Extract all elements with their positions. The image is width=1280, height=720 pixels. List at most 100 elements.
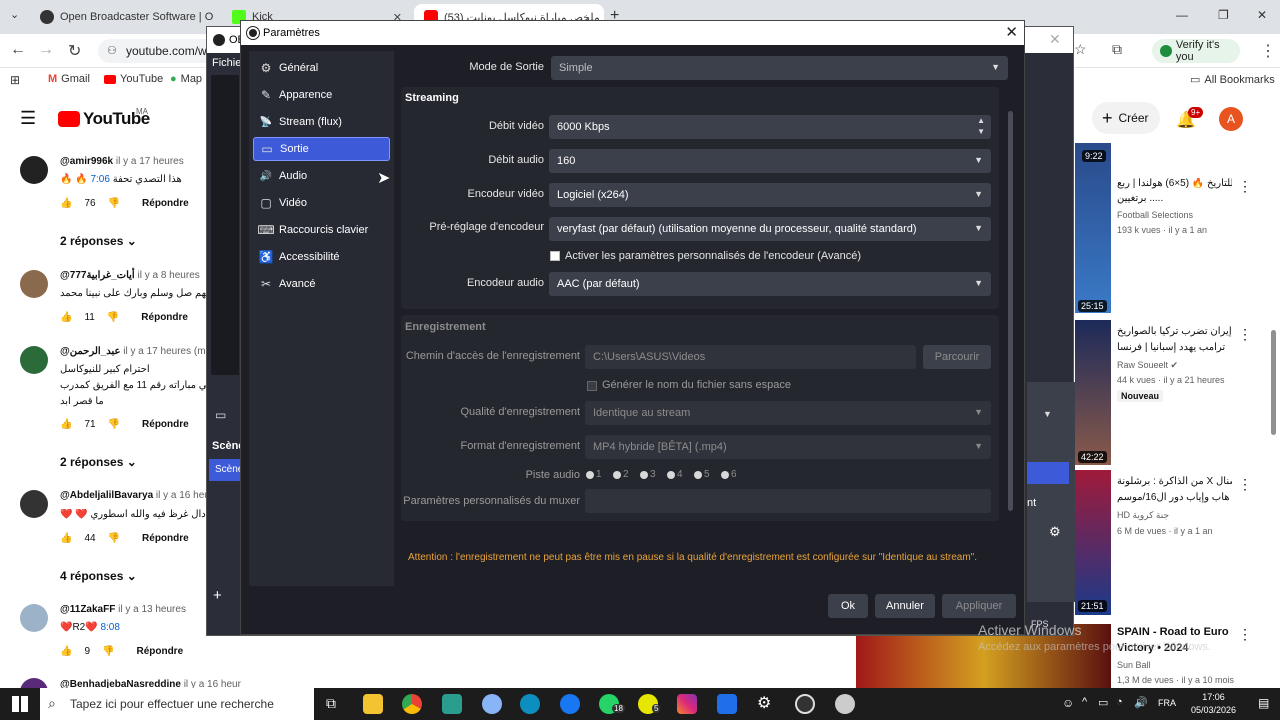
- audio-track-radio[interactable]: 6: [721, 469, 737, 480]
- audio-track-radio[interactable]: 2: [613, 469, 629, 480]
- sidebar-item-advanced[interactable]: ✂ Avancé: [253, 272, 390, 296]
- dislike-icon[interactable]: 👎: [107, 312, 119, 323]
- audio-encoder-select[interactable]: AAC (par défaut) ▼: [549, 272, 991, 296]
- dislike-icon[interactable]: 👎: [102, 646, 114, 657]
- recording-format-select[interactable]: MP4 hybride [BÊTA] (.mp4) ▼: [585, 435, 991, 459]
- video-title[interactable]: برتغيين .....: [1117, 193, 1232, 204]
- tray-battery-icon[interactable]: ▭: [1098, 696, 1108, 709]
- audio-bitrate-select[interactable]: 160 ▼: [549, 149, 991, 173]
- sidebar-item-hotkeys[interactable]: ⌨ Raccourcis clavier: [253, 218, 390, 242]
- comment-author[interactable]: @عبد_الرحمن: [60, 346, 120, 357]
- comment-author[interactable]: @11ZakaFF: [60, 604, 115, 615]
- avatar[interactable]: [20, 604, 48, 632]
- forward-icon[interactable]: →: [38, 41, 54, 59]
- settings-scrollbar[interactable]: [1008, 111, 1013, 511]
- reply-button[interactable]: Répondre: [141, 312, 188, 323]
- avatar[interactable]: [20, 156, 48, 184]
- extensions-icon[interactable]: ⧉: [1112, 41, 1122, 58]
- dislike-icon[interactable]: 👎: [108, 419, 120, 430]
- more-options-icon[interactable]: ⋮: [1238, 178, 1252, 195]
- browse-button[interactable]: Parcourir: [923, 345, 991, 369]
- obs-control-label[interactable]: nt: [1027, 497, 1036, 509]
- replies-toggle[interactable]: 4 réponses ⌄: [60, 569, 137, 583]
- bookmark-maps[interactable]: ● Map: [170, 73, 202, 85]
- tray-language[interactable]: FRA: [1158, 698, 1176, 708]
- muxer-settings-field[interactable]: [585, 489, 991, 513]
- avatar[interactable]: [20, 490, 48, 518]
- add-scene-icon[interactable]: +: [213, 587, 222, 604]
- tray-expand-icon[interactable]: ^: [1082, 696, 1087, 708]
- video-title[interactable]: من الذاكرة : برشلونة X أرسنال: [1117, 476, 1232, 487]
- hamburger-menu-icon[interactable]: ☰: [20, 108, 36, 129]
- settings-gear-icon[interactable]: ⚙: [757, 693, 771, 713]
- tab-search-icon[interactable]: ⌄: [10, 8, 19, 21]
- tab-obs[interactable]: Open Broadcaster Software | O ✕: [30, 4, 220, 30]
- reply-button[interactable]: Répondre: [142, 419, 189, 430]
- notification-center-icon[interactable]: ▤: [1258, 696, 1269, 710]
- minimize-icon[interactable]: —: [1176, 8, 1188, 22]
- video-thumbnail[interactable]: [1075, 470, 1111, 615]
- app-icon[interactable]: [482, 694, 502, 714]
- avatar[interactable]: [20, 346, 48, 374]
- page-scrollbar[interactable]: [1271, 330, 1276, 435]
- site-info-icon[interactable]: ⚇: [107, 44, 117, 57]
- dropdown-arrow-icon[interactable]: ▼: [1043, 409, 1052, 419]
- video-title[interactable]: هاب وإياب دور ال16/موسم: [1117, 492, 1232, 503]
- replies-toggle[interactable]: 2 réponses ⌄: [60, 234, 137, 248]
- app-icon[interactable]: [442, 694, 462, 714]
- comment-author[interactable]: @777أيات_غرابية: [60, 270, 135, 281]
- audio-track-radio[interactable]: 5: [694, 469, 710, 480]
- nospace-filename-label[interactable]: Générer le nom du fichier sans espace: [602, 379, 791, 391]
- account-avatar[interactable]: A: [1219, 107, 1243, 131]
- verify-button[interactable]: Verify it's you: [1152, 39, 1240, 63]
- app-icon[interactable]: [717, 694, 737, 714]
- obs-close-icon[interactable]: ✕: [1049, 31, 1061, 48]
- audio-track-radio[interactable]: 4: [667, 469, 683, 480]
- edge-icon[interactable]: [520, 694, 540, 714]
- dislike-icon[interactable]: 👎: [108, 198, 120, 209]
- video-channel[interactable]: Football Selections: [1117, 210, 1193, 220]
- comment-author[interactable]: @AbdeljalilBavarya: [60, 490, 153, 501]
- sidebar-item-audio[interactable]: 🔊 Audio: [253, 164, 390, 188]
- all-bookmarks[interactable]: ▭ All Bookmarks: [1190, 73, 1275, 87]
- reply-button[interactable]: Répondre: [142, 198, 189, 209]
- tray-person-icon[interactable]: ☺: [1062, 696, 1074, 710]
- ok-button[interactable]: Ok: [828, 594, 868, 618]
- maximize-icon[interactable]: ❐: [1218, 8, 1229, 22]
- bookmark-gmail[interactable]: M Gmail: [48, 73, 90, 85]
- obs-control-active[interactable]: [1027, 462, 1069, 484]
- like-icon[interactable]: 👍: [60, 419, 72, 430]
- custom-encoder-checkbox[interactable]: [550, 251, 560, 261]
- comment-author[interactable]: @amir996k: [60, 156, 113, 167]
- video-thumbnail[interactable]: [1075, 320, 1111, 465]
- obs-settings-icon[interactable]: ⚙: [1049, 524, 1061, 540]
- tray-network-icon[interactable]: ◔: [1116, 696, 1123, 708]
- more-options-icon[interactable]: ⋮: [1238, 626, 1252, 643]
- youtube-logo-icon[interactable]: [58, 111, 80, 127]
- spin-down-icon[interactable]: ▼: [977, 127, 985, 136]
- dislike-icon[interactable]: 👎: [108, 533, 120, 544]
- apply-button[interactable]: Appliquer: [942, 594, 1016, 618]
- comment-timestamp-link[interactable]: 8:08: [100, 622, 119, 633]
- facebook-icon[interactable]: [560, 694, 580, 714]
- scene-item[interactable]: Scène: [209, 459, 241, 481]
- app-icon[interactable]: [835, 694, 855, 714]
- spin-up-icon[interactable]: ▲: [977, 116, 985, 125]
- recording-path-field[interactable]: C:\Users\ASUS\Videos: [585, 345, 916, 369]
- audio-track-radio[interactable]: 3: [640, 469, 656, 480]
- sidebar-item-general[interactable]: ⚙ Général: [253, 56, 390, 80]
- video-title[interactable]: ترامب يهدد إسبانيا | فرنسا: [1117, 342, 1232, 353]
- video-encoder-select[interactable]: Logiciel (x264) ▼: [549, 183, 991, 207]
- sidebar-item-accessibility[interactable]: ♿ Accessibilité: [253, 245, 390, 269]
- sidebar-item-appearance[interactable]: ✎ Apparence: [253, 83, 390, 107]
- output-mode-select[interactable]: Simple ▼: [551, 56, 1008, 80]
- video-title[interactable]: مباراة للتاريخ 🔥 (5×6) هولندا | ربع: [1117, 178, 1232, 189]
- nospace-filename-checkbox[interactable]: [587, 381, 597, 391]
- like-icon[interactable]: 👍: [60, 533, 72, 544]
- preview-icon[interactable]: ▭: [215, 408, 226, 422]
- recording-quality-select[interactable]: Identique au stream ▼: [585, 401, 991, 425]
- back-icon[interactable]: ←: [10, 41, 26, 59]
- like-icon[interactable]: 👍: [60, 646, 72, 657]
- replies-toggle[interactable]: 2 réponses ⌄: [60, 455, 137, 469]
- cancel-button[interactable]: Annuler: [875, 594, 935, 618]
